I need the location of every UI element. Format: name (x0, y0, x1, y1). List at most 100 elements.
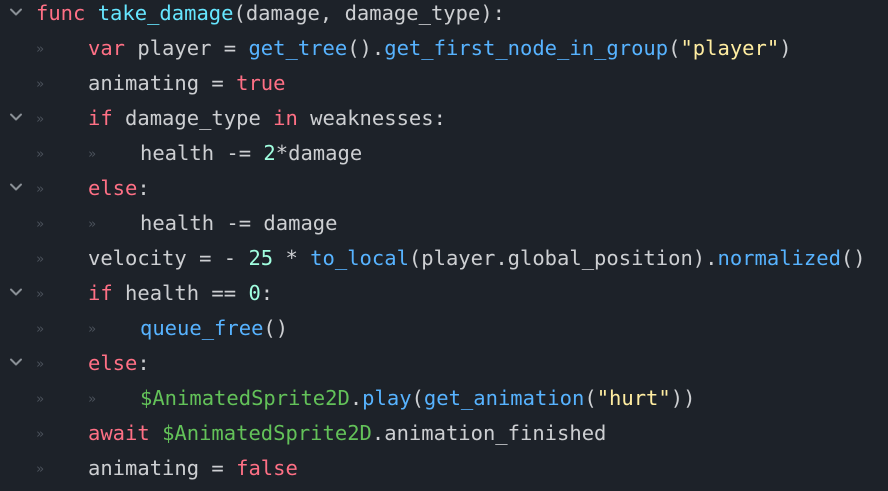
code-token: else (88, 351, 138, 375)
code-token: ) (779, 36, 792, 60)
code-line[interactable]: func take_damage(damage, damage_type): (0, 0, 888, 32)
code-token: damage_type (112, 106, 274, 130)
code-line[interactable]: » animating = true (0, 67, 888, 102)
code-line[interactable]: » » health -= damage (0, 207, 888, 242)
code-token: 2 (263, 141, 276, 165)
code-text: animating = true (88, 67, 285, 102)
code-token: true (236, 71, 286, 95)
code-token: : (137, 351, 150, 375)
code-token: (damage, damage_type): (233, 1, 506, 25)
code-line[interactable]: » if health == 0: (0, 277, 888, 312)
tab-indent-icon: » (36, 357, 44, 372)
code-token: "player" (680, 36, 780, 60)
code-token: (). (347, 36, 385, 60)
code-token: ( (584, 386, 597, 410)
code-token: get_animation (423, 386, 585, 410)
code-text: func take_damage(damage, damage_type): (36, 0, 505, 32)
code-token: animating = (88, 71, 237, 95)
tab-indent-icon: » (36, 287, 44, 302)
code-token: animating = (88, 456, 237, 480)
code-line[interactable]: » animating = false (0, 452, 888, 487)
code-token: () (840, 246, 866, 270)
code-token: queue_free (140, 316, 264, 340)
code-line[interactable]: » else: (0, 172, 888, 207)
code-token: . (349, 386, 363, 410)
tab-indent-icon: » (36, 77, 44, 92)
code-text: health -= damage (140, 207, 337, 242)
code-token: velocity = - (88, 246, 249, 270)
code-text: var player = get_tree().get_first_node_i… (88, 32, 792, 67)
code-token: : (137, 176, 150, 200)
code-text: else: (88, 347, 150, 382)
code-token: in (273, 106, 298, 130)
code-line[interactable]: » velocity = - 25 * to_local(player.globa… (0, 242, 888, 277)
tab-indent-icon: » (36, 147, 44, 162)
tab-indent-icon: » (88, 147, 96, 162)
tab-indent-icon: » (36, 112, 44, 127)
code-line[interactable]: » await $AnimatedSprite2D.animation_finis… (0, 417, 888, 452)
code-token: )) (670, 386, 696, 410)
code-token: else (88, 176, 138, 200)
tab-indent-icon: » (36, 322, 44, 337)
tab-indent-icon: » (36, 42, 44, 57)
tab-indent-icon: » (88, 322, 96, 337)
chevron-down-icon[interactable] (8, 284, 26, 302)
code-text: if damage_type in weaknesses: (88, 102, 446, 137)
code-token: health -= damage (140, 211, 338, 235)
code-text: health -= 2*damage (140, 137, 362, 172)
code-token: if (88, 106, 113, 130)
code-line[interactable]: » var player = get_tree().get_first_node_… (0, 32, 888, 67)
tab-indent-icon: » (88, 217, 96, 232)
tab-indent-icon: » (88, 392, 96, 407)
code-token: to_local (310, 246, 409, 270)
code-token: health == (112, 281, 249, 305)
code-token: $AnimatedSprite2D (162, 421, 372, 445)
code-text: animating = false (88, 452, 298, 487)
code-line[interactable]: » » health -= 2*damage (0, 137, 888, 172)
code-token: play (362, 386, 412, 410)
code-editor[interactable]: func take_damage(damage, damage_type): » v… (0, 0, 888, 491)
code-text: $AnimatedSprite2D.play(get_animation("hu… (140, 382, 695, 417)
code-line[interactable]: » if damage_type in weaknesses: (0, 102, 888, 137)
code-text: else: (88, 172, 150, 207)
tab-indent-icon: » (36, 462, 44, 477)
code-token: : (260, 281, 274, 305)
code-token: health -= (140, 141, 264, 165)
code-token: func (36, 1, 86, 25)
code-text: velocity = - 25 * to_local(player.global… (88, 242, 866, 277)
tab-indent-icon: » (36, 217, 44, 232)
code-token: *damage (275, 141, 363, 165)
chevron-down-icon[interactable] (8, 179, 26, 197)
code-token: if (88, 281, 113, 305)
code-text: queue_free() (140, 312, 288, 347)
code-token: $AnimatedSprite2D (140, 386, 350, 410)
code-line[interactable]: » else: (0, 347, 888, 382)
code-token: false (236, 456, 298, 480)
code-token: (player.global_position). (408, 246, 718, 270)
code-token: get_tree (248, 36, 348, 60)
tab-indent-icon: » (36, 252, 44, 267)
code-token: 0 (248, 281, 261, 305)
code-token: normalized (717, 246, 841, 270)
tab-indent-icon: » (36, 427, 44, 442)
chevron-down-icon[interactable] (8, 4, 26, 22)
code-token: player = (125, 36, 249, 60)
code-token: 25 (248, 246, 274, 270)
code-token: var (88, 36, 126, 60)
tab-indent-icon: » (36, 392, 44, 407)
chevron-down-icon[interactable] (8, 109, 26, 127)
tab-indent-icon: » (36, 182, 44, 197)
code-token: () (263, 316, 289, 340)
code-token: weaknesses: (297, 106, 446, 130)
code-line[interactable]: » » queue_free() (0, 312, 888, 347)
code-token: "hurt" (596, 386, 671, 410)
code-token: * (273, 246, 311, 270)
code-text: await $AnimatedSprite2D.animation_finish… (88, 417, 606, 452)
code-token: ( (411, 386, 424, 410)
code-token: get_first_node_in_group (384, 36, 669, 60)
code-line[interactable]: »» $AnimatedSprite2D.play(get_animation("… (0, 382, 888, 417)
chevron-down-icon[interactable] (8, 354, 26, 372)
code-token: .animation_finished (371, 421, 607, 445)
